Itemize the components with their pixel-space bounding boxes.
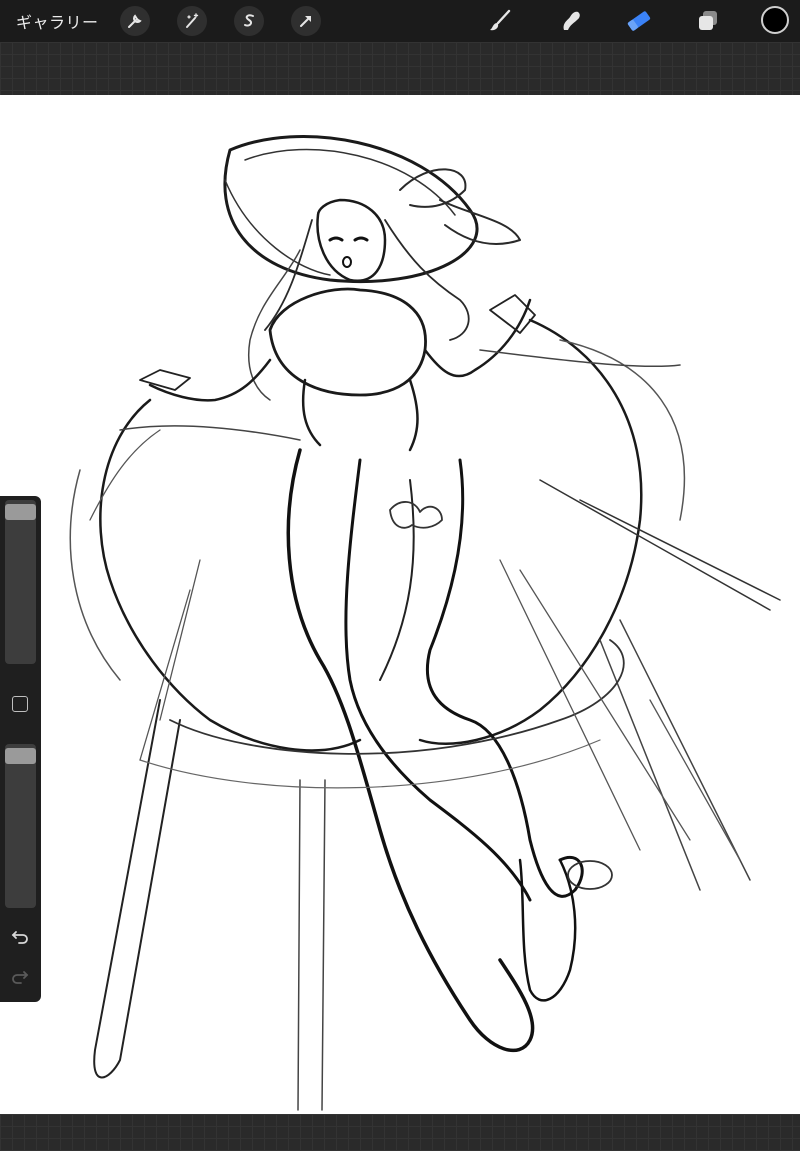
canvas-margin-top <box>0 42 800 95</box>
undo-icon[interactable] <box>10 926 30 946</box>
color-swatch-button[interactable] <box>761 6 789 34</box>
brush-icon[interactable] <box>484 5 516 37</box>
eraser-icon[interactable] <box>623 5 655 37</box>
sketch-artwork <box>69 135 781 1111</box>
brush-size-slider[interactable] <box>5 500 36 664</box>
side-toolbar <box>0 496 41 1002</box>
magic-wand-icon[interactable] <box>177 6 207 36</box>
selection-s-icon[interactable] <box>234 6 264 36</box>
redo-icon[interactable] <box>10 966 30 986</box>
brush-size-thumb[interactable] <box>5 504 36 520</box>
modify-square-icon[interactable] <box>12 696 28 712</box>
opacity-thumb[interactable] <box>5 748 36 764</box>
smudge-icon[interactable] <box>555 5 587 37</box>
canvas-margin-bottom <box>0 1114 800 1151</box>
top-toolbar: ギャラリー <box>0 0 800 42</box>
opacity-slider[interactable] <box>5 744 36 908</box>
layers-icon[interactable] <box>692 5 724 37</box>
transform-arrow-icon[interactable] <box>291 6 321 36</box>
gallery-button[interactable]: ギャラリー <box>16 9 99 33</box>
drawing-canvas[interactable] <box>0 95 800 1114</box>
wrench-icon[interactable] <box>120 6 150 36</box>
